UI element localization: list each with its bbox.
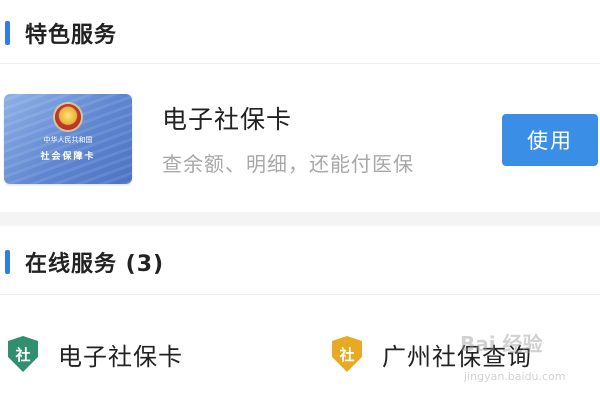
featured-service-title: 电子社保卡 xyxy=(162,105,293,134)
section-separator xyxy=(0,212,600,226)
service-item-label: 广州社保查询 xyxy=(382,342,532,371)
service-item-e-social-security-card[interactable]: 社 电子社保卡 xyxy=(8,334,183,374)
card-country-text: 中华人民共和国 xyxy=(43,136,93,144)
use-button[interactable]: 使用 xyxy=(502,114,598,166)
featured-service-card[interactable]: 中华人民共和国 社会保障卡 电子社保卡 查余额、明细，还能付医保 使用 xyxy=(0,66,600,206)
shield-icon: 社 xyxy=(332,336,362,372)
section-accent-bar xyxy=(5,250,10,274)
service-item-guangzhou-social-security-query[interactable]: 社 广州社保查询 xyxy=(332,334,532,374)
online-section-title: 在线服务 (3) xyxy=(25,252,165,277)
divider xyxy=(0,294,600,295)
top-strip xyxy=(0,0,600,8)
featured-section-header: 特色服务 xyxy=(0,17,600,49)
service-item-label: 电子社保卡 xyxy=(58,342,183,371)
section-accent-bar xyxy=(5,21,10,45)
shield-icon: 社 xyxy=(8,336,38,372)
social-security-card-image: 中华人民共和国 社会保障卡 xyxy=(4,94,132,184)
card-name-text: 社会保障卡 xyxy=(40,152,96,162)
featured-service-description: 查余额、明细，还能付医保 xyxy=(162,152,414,176)
divider xyxy=(0,63,600,64)
shield-badge-text: 社 xyxy=(339,345,355,364)
shield-badge-text: 社 xyxy=(15,345,31,364)
national-emblem-icon xyxy=(55,104,81,130)
online-section-header: 在线服务 (3) xyxy=(0,246,600,278)
featured-section-title: 特色服务 xyxy=(25,23,118,48)
